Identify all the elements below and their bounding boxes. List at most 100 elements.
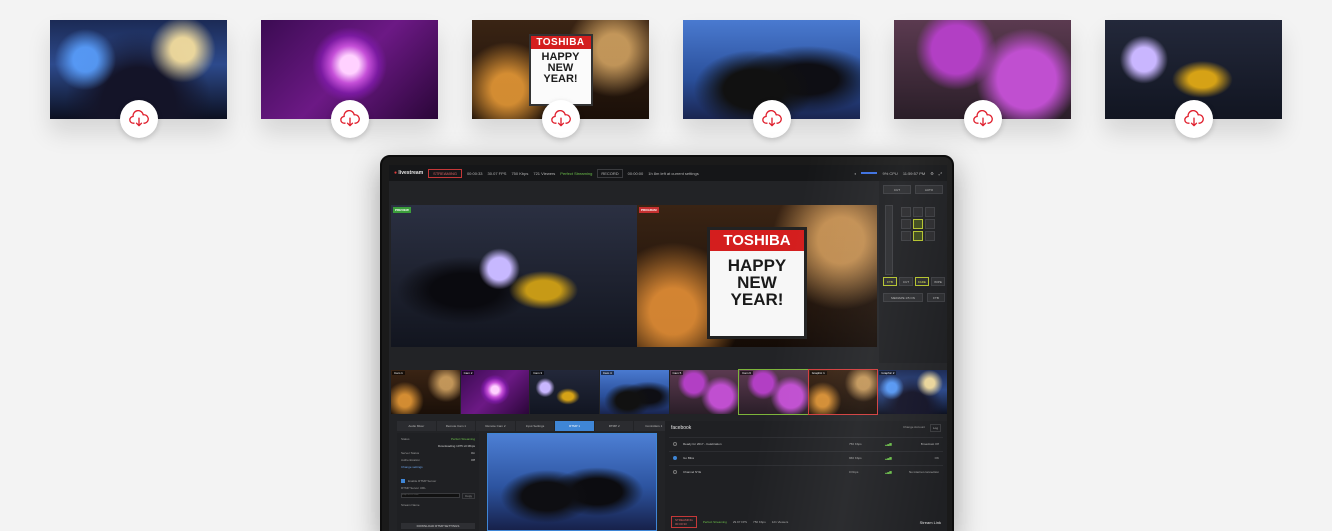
copy-button[interactable]: Copy: [461, 493, 475, 499]
preview-tag: PREVIEW: [393, 207, 411, 213]
signal-bars-icon: ▂▄▆: [885, 469, 892, 474]
transition-cell-active[interactable]: [913, 219, 923, 229]
streaming-button[interactable]: STREAMING: [428, 168, 462, 178]
cloud-download-icon: [762, 110, 782, 127]
source-tile[interactable]: Cam 6: [738, 369, 809, 415]
transition-cell[interactable]: [913, 207, 923, 217]
happy-new-year-sign: TOSHIBA HAPPY NEW YEAR!: [707, 227, 807, 339]
cut-mode-button[interactable]: CUT: [899, 277, 913, 286]
destination-radio[interactable]: [673, 455, 677, 460]
destination-row[interactable]: Channel NYE 0 Kbps ▂▄▆ No internet connecti…: [669, 465, 943, 477]
transition-cell[interactable]: [925, 219, 935, 229]
change-account-link[interactable]: Change Account: [903, 425, 925, 429]
source-tile[interactable]: Cam 3: [530, 370, 599, 414]
volume-slider[interactable]: [861, 172, 878, 174]
destination-name: Ready for 2017 - Celebration: [683, 441, 722, 446]
transition-cell[interactable]: [901, 207, 911, 217]
cloud-download-icon: [340, 110, 360, 127]
rtmp-url-label: RTMP Server URL: [401, 486, 426, 490]
module-tabs: Audio Mixer Remote Cam 1 Remote Cam 2 Input…: [397, 421, 674, 431]
download-button[interactable]: [331, 100, 369, 138]
source-tile[interactable]: Graphic 1: [807, 369, 879, 415]
change-settings-link[interactable]: Change settings: [401, 465, 423, 469]
module-tab[interactable]: Remote Cam 1: [436, 421, 476, 431]
destination-radio[interactable]: [673, 469, 677, 474]
facebook-panel: facebook Change Account Log Ready for 20…: [665, 421, 947, 531]
status-label: Status: [401, 437, 410, 441]
transition-cell[interactable]: [925, 231, 935, 241]
source-label: Cam 1: [392, 371, 405, 375]
sign-message: HAPPY NEW YEAR!: [727, 256, 787, 309]
rtmp-url-input[interactable]: rtmp://10.0.0.1/live: [401, 493, 460, 498]
module-tab[interactable]: RTMP 1: [555, 421, 594, 431]
stream-status: Perfect Streaming: [560, 170, 593, 176]
volume-icon[interactable]: ◖: [854, 171, 856, 176]
source-tile[interactable]: Cam 2: [460, 370, 530, 414]
destination-status: Broadcast Off: [920, 441, 939, 446]
enable-rtmp-label: Enable RTMP Server: [408, 479, 437, 483]
log-button[interactable]: Log: [929, 424, 941, 432]
ftb-small-button[interactable]: FTB: [927, 293, 945, 302]
source-label: Cam 3: [531, 371, 545, 375]
fullscreen-icon[interactable]: ⤢: [939, 171, 942, 176]
auto-button[interactable]: AUTO: [915, 185, 943, 194]
destination-radio[interactable]: [673, 441, 677, 446]
transition-cell[interactable]: [901, 231, 911, 241]
destination-bitrate: 750 Kbps: [849, 441, 862, 446]
facebook-streaming-button[interactable]: STREAMING 00:00:33: [671, 516, 697, 528]
disk-remaining: 1h 8m left at current settings: [648, 170, 699, 176]
rtmp-settings-panel: Status Perfect Streaming Downloading 1075…: [397, 433, 479, 531]
download-button[interactable]: [120, 100, 158, 138]
enable-rtmp-checkbox[interactable]: [401, 479, 405, 483]
record-button[interactable]: RECORD: [597, 168, 623, 178]
transition-cell[interactable]: [925, 207, 935, 217]
source-tile[interactable]: Cam 5: [669, 370, 739, 414]
destination-bitrate: 0 Kbps: [849, 469, 859, 474]
destination-status: No internet connection: [908, 469, 939, 474]
happy-new-year-sign: TOSHIBA HAPPY NEW YEAR!: [528, 33, 593, 106]
facebook-title: facebook: [671, 425, 692, 431]
facebook-fps: 29.97 FPS: [732, 520, 748, 524]
module-tab[interactable]: Input Settings: [515, 421, 555, 431]
module-tab[interactable]: RTMP 2: [594, 421, 634, 431]
preview-monitor[interactable]: PREVIEW: [391, 205, 637, 347]
cloud-download-icon: [1184, 110, 1204, 127]
fade-button[interactable]: FADE: [915, 277, 929, 286]
destination-row[interactable]: Ready for 2017 - Celebration 750 Kbps ▂▄▆ B…: [669, 437, 943, 449]
server-value: On: [470, 451, 475, 455]
cloud-download-icon: [129, 110, 149, 127]
cloud-download-icon: [973, 110, 993, 127]
source-tile[interactable]: Graphic 2: [878, 370, 947, 414]
program-monitor[interactable]: PROGRAM TOSHIBA HAPPY NEW YEAR!: [637, 205, 877, 347]
media-transition-button[interactable]: MEDIAPE 1/5 ON: [883, 293, 923, 302]
transition-cell-active[interactable]: [913, 231, 923, 241]
destination-row[interactable]: Go Bliss 960 Kbps ▂▄▆ OK: [669, 451, 943, 463]
stream-viewers: 721 Viewers: [533, 170, 556, 176]
download-settings-button[interactable]: DOWNLOAD RTMP SETTINGS: [401, 523, 475, 529]
sign-brand: TOSHIBA: [710, 230, 804, 251]
settings-gear-icon[interactable]: ⚙: [930, 171, 934, 176]
stream-fps: 30.07 FPS: [487, 170, 507, 176]
source-tile[interactable]: Cam 4: [599, 370, 669, 414]
facebook-status-bar: STREAMING 00:00:33 Perfect Streaming 29.9…: [671, 515, 941, 529]
source-label: Graphic 2: [879, 371, 897, 375]
cpu-usage: 9% CPU: [882, 170, 898, 176]
download-button[interactable]: [964, 100, 1002, 138]
source-tile[interactable]: Cam 1: [391, 370, 460, 414]
cut-button[interactable]: CUT: [883, 185, 911, 194]
app-screen: ● livestream STREAMING 00:00:33 30.07 FP…: [389, 165, 947, 531]
wipe-button[interactable]: WIPE: [931, 277, 945, 286]
destination-bitrate: 960 Kbps: [849, 455, 862, 460]
module-tab[interactable]: Remote Cam 2: [476, 421, 515, 431]
format-value: Downloading 1075 x0 Mbps: [437, 444, 475, 448]
auth-label: Authentication: [401, 458, 421, 462]
ftb-button[interactable]: FTB: [883, 277, 897, 286]
source-label: Graphic 1: [809, 371, 827, 375]
stream-link[interactable]: Stream Link: [920, 520, 941, 525]
download-button[interactable]: [1175, 100, 1213, 138]
download-button[interactable]: [542, 100, 580, 138]
t-bar[interactable]: [885, 205, 893, 275]
module-tab[interactable]: Audio Mixer: [397, 421, 436, 431]
download-button[interactable]: [753, 100, 791, 138]
transition-cell[interactable]: [901, 219, 911, 229]
